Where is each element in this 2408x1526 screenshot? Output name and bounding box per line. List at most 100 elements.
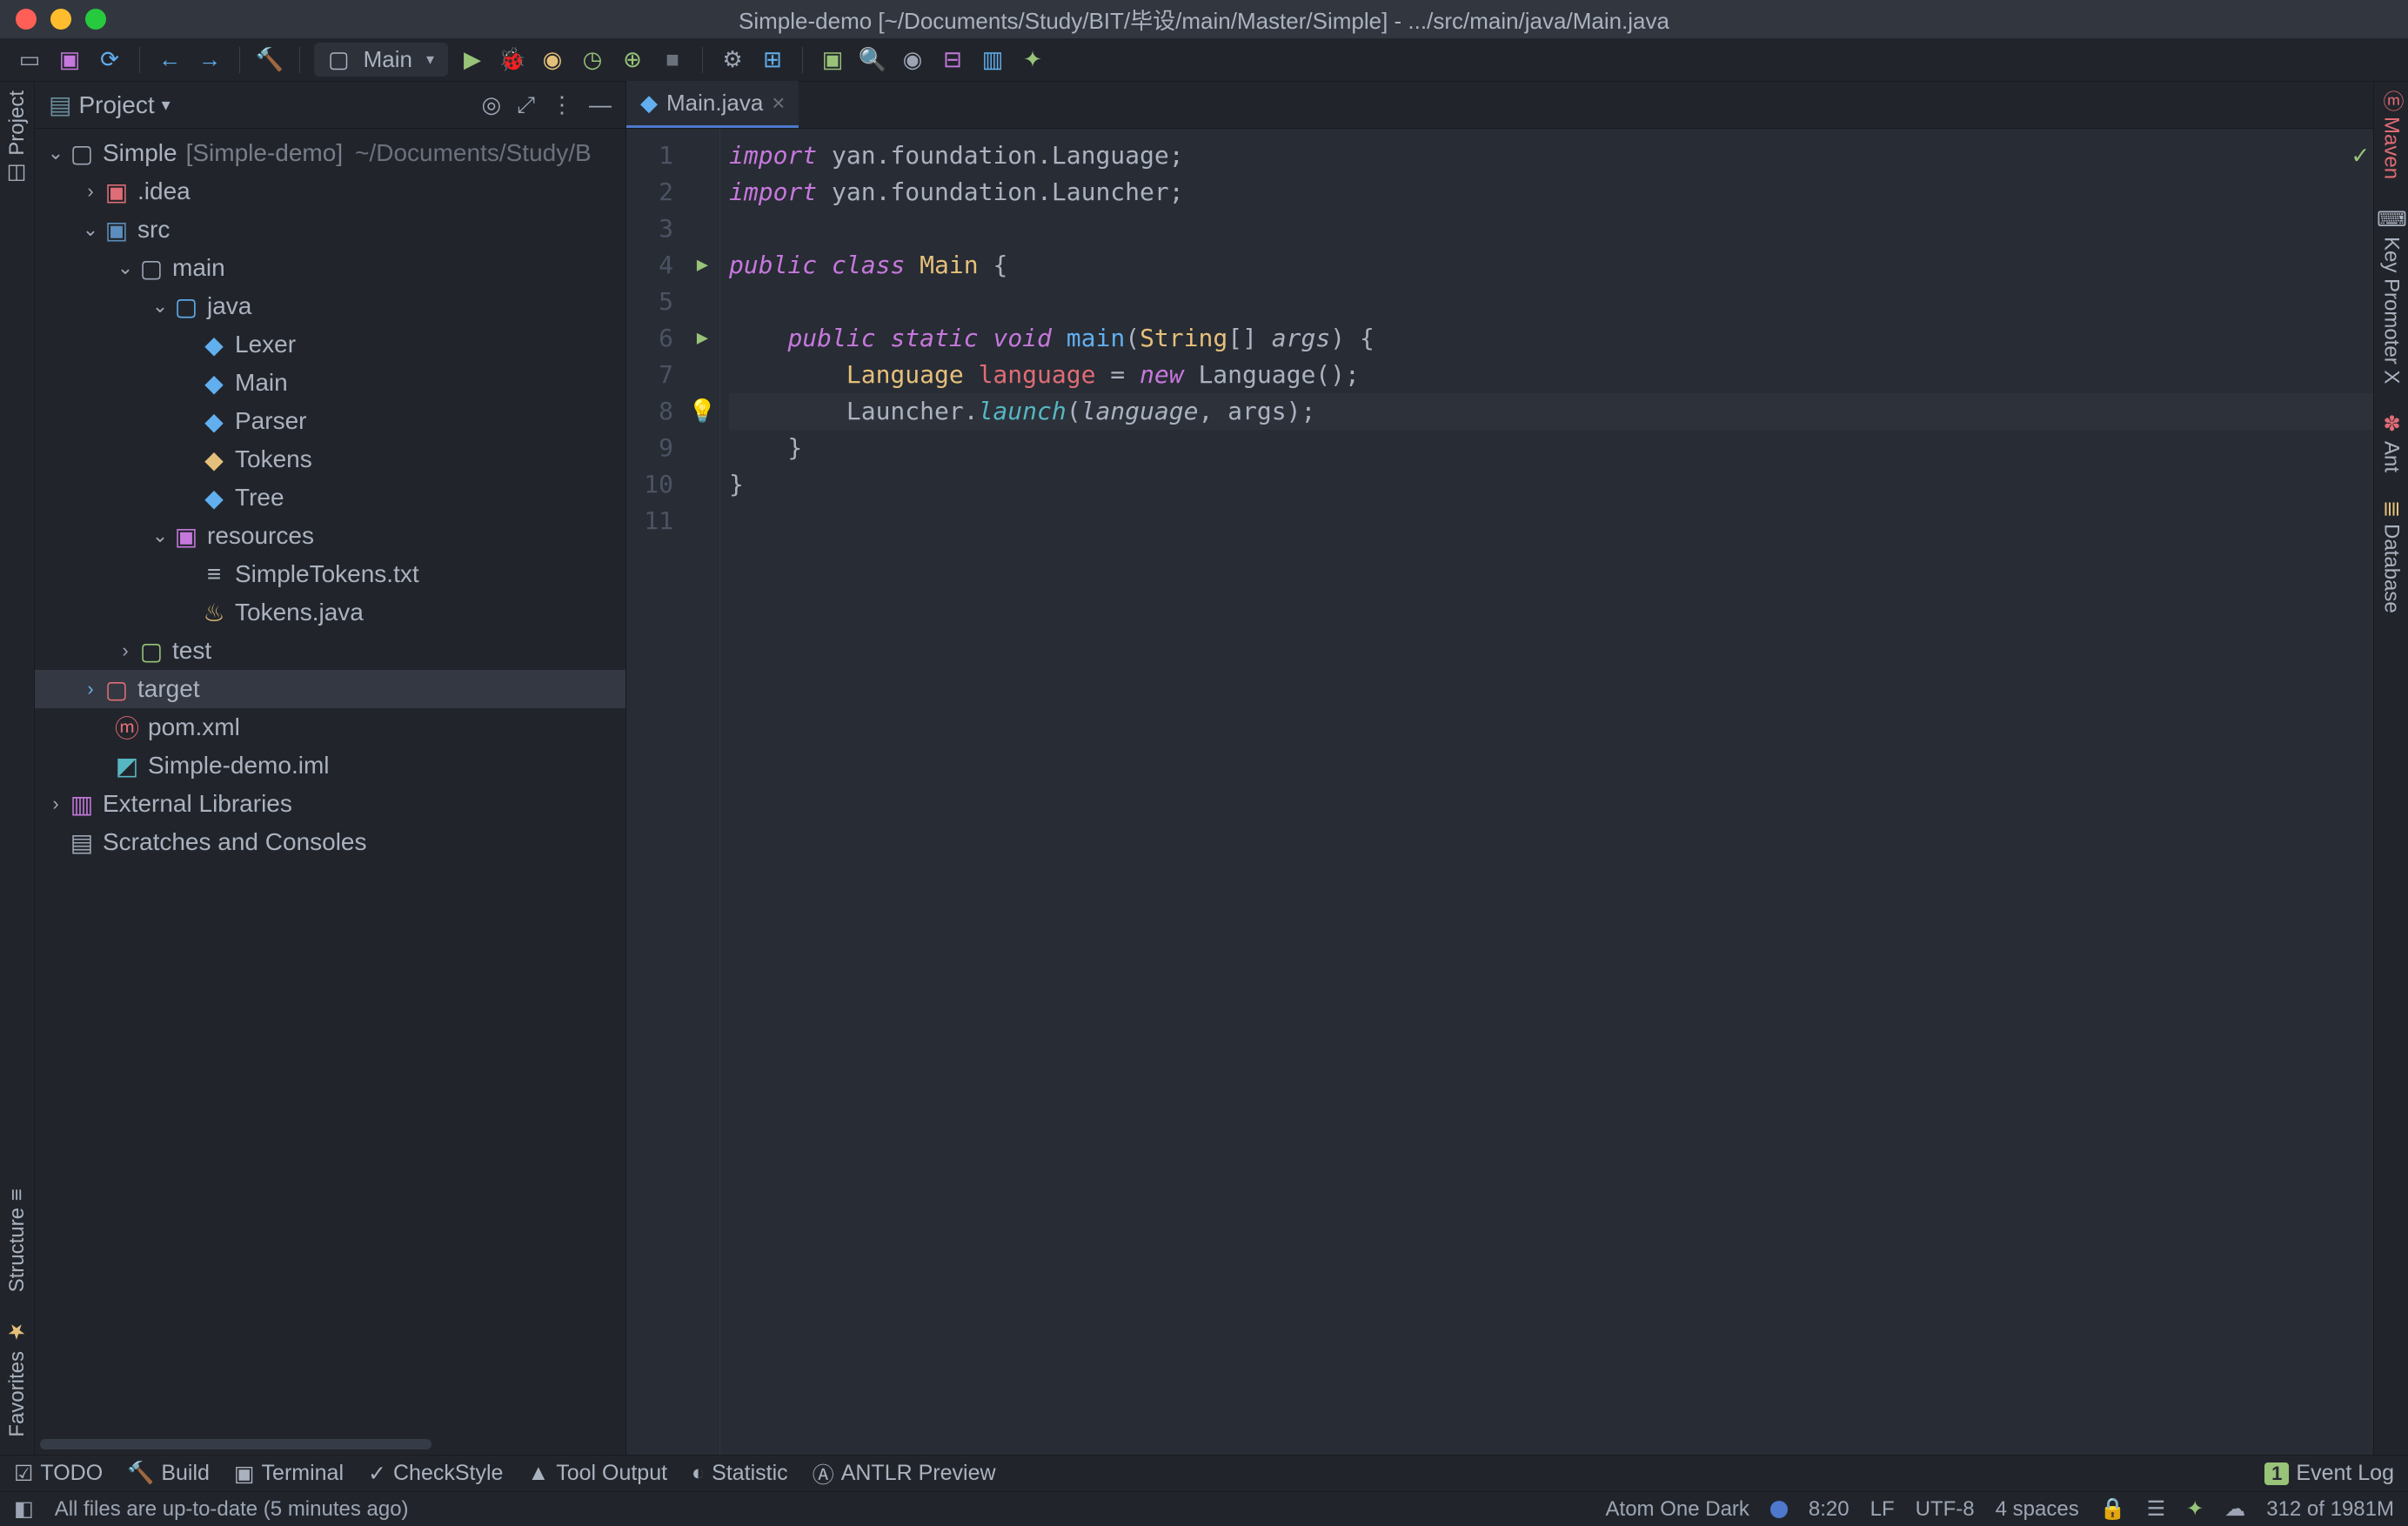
memory-indicator[interactable]: 312 of 1981M [2266, 1497, 2394, 1522]
attach-button[interactable]: ⊕ [617, 44, 648, 76]
tooloutput-tool-button[interactable]: ▲Tool Output [527, 1461, 667, 1486]
database-tool-button[interactable]: ≣ Database [2379, 500, 2404, 612]
close-tab-icon[interactable]: × [772, 90, 785, 117]
build-tool-button[interactable]: 🔨Build [127, 1461, 210, 1486]
maven-tool-button[interactable]: ⓜ Maven [2376, 90, 2406, 179]
terminal-tool-button[interactable]: ▣Terminal [234, 1461, 344, 1487]
lock-icon[interactable]: 🔒 [2100, 1496, 2126, 1522]
back-button[interactable]: ← [154, 44, 185, 76]
sync-button[interactable]: ⟳ [94, 44, 125, 76]
tree-iml[interactable]: ◩Simple-demo.iml [35, 746, 625, 785]
tree-tokensjava[interactable]: ♨Tokens.java [35, 593, 625, 632]
inspection-ok-icon: ✓ [2352, 137, 2368, 174]
run-gutter-icon[interactable]: ▶ [697, 247, 708, 284]
plugins-button[interactable]: ✦ [1017, 44, 1048, 76]
project-tool-button[interactable]: ◫ Project [5, 90, 30, 187]
status-message: All files are up-to-date (5 minutes ago) [55, 1497, 409, 1522]
profile-button[interactable]: ◷ [577, 44, 608, 76]
status-icon-1[interactable]: ☰ [2147, 1496, 2166, 1522]
code-content[interactable]: import yan.foundation.Language; import y… [720, 129, 2373, 1455]
tree-scratches[interactable]: ▤ Scratches and Consoles [35, 823, 625, 861]
stop-button[interactable]: ■ [657, 44, 688, 76]
tree-parser[interactable]: ◆Parser [35, 402, 625, 440]
statistic-tool-button[interactable]: ◐Statistic [692, 1461, 788, 1486]
ant-tool-button[interactable]: ✽ Ant [2379, 412, 2404, 472]
tool3-button[interactable]: ⊟ [937, 44, 968, 76]
horizontal-scrollbar[interactable] [40, 1439, 431, 1449]
debug-button[interactable]: 🐞 [497, 44, 528, 76]
settings-button[interactable]: ⚙ [717, 44, 748, 76]
tool2-button[interactable]: ◉ [897, 44, 928, 76]
tree-lexer[interactable]: ◆Lexer [35, 325, 625, 364]
gutter-marks: ▶ ▶ 💡 [686, 129, 720, 1455]
todo-tool-button[interactable]: ☑TODO [14, 1461, 103, 1487]
collapse-icon[interactable]: ⤢ [517, 91, 535, 119]
grid-icon[interactable]: ⊞ [757, 44, 788, 76]
keypromoter-tool-button[interactable]: ⌨ Key Promoter X [2379, 207, 2404, 384]
tree-test[interactable]: ›▢ test [35, 632, 625, 670]
forward-button[interactable]: → [194, 44, 225, 76]
run-config-label: Main [364, 46, 412, 73]
tree-simpletokens[interactable]: ≡SimpleTokens.txt [35, 555, 625, 593]
run-config-selector[interactable]: ▢ Main ▾ [314, 43, 448, 77]
tree-extlib[interactable]: ›▥ External Libraries [35, 785, 625, 823]
coverage-button[interactable]: ◉ [537, 44, 568, 76]
tree-pom[interactable]: ⓜpom.xml [35, 708, 625, 746]
tree-tokens[interactable]: ◆Tokens [35, 440, 625, 479]
more-icon[interactable]: ⋮ [551, 91, 573, 119]
eventlog-button[interactable]: 1Event Log [2264, 1461, 2394, 1486]
close-window-button[interactable] [16, 9, 37, 30]
plugin-status-icon[interactable]: ✦ [2186, 1496, 2204, 1522]
chevron-down-icon: ▾ [162, 94, 171, 116]
star-icon: ★ [5, 1320, 30, 1344]
tree-root[interactable]: ⌄▢ Simple [Simple-demo] ~/Documents/Stud… [35, 134, 625, 172]
checkstyle-tool-button[interactable]: ✓CheckStyle [368, 1461, 503, 1487]
tool4-button[interactable]: ▥ [977, 44, 1008, 76]
run-gutter-icon[interactable]: ▶ [697, 320, 708, 357]
structure-tool-button[interactable]: Structure ≡ [5, 1188, 30, 1292]
tree-idea[interactable]: ›▣ .idea [35, 172, 625, 211]
line-number-gutter: 1 2 3 4 5 6 7 8 9 10 11 [626, 129, 686, 1455]
minimize-window-button[interactable] [50, 9, 71, 30]
project-folder-icon: ▤ [49, 90, 71, 119]
terminal-icon: ▣ [234, 1461, 255, 1487]
line-separator[interactable]: LF [1870, 1497, 1895, 1522]
java-class-icon: ◆ [640, 90, 658, 117]
target-icon[interactable]: ◎ [482, 91, 502, 119]
right-tool-gutter: ⓜ Maven ⌨ Key Promoter X ✽ Ant ≣ Databas… [2373, 82, 2408, 1455]
status-layers-icon[interactable]: ◧ [14, 1496, 34, 1522]
save-button[interactable]: ▣ [54, 44, 85, 76]
hide-icon[interactable]: — [589, 91, 612, 119]
antlr-icon: Ⓐ [813, 1458, 834, 1489]
status-icon-2[interactable]: ☁ [2224, 1496, 2245, 1522]
theme-dot-icon [1770, 1501, 1788, 1518]
tool1-button[interactable]: ▣ [817, 44, 848, 76]
open-file-button[interactable]: ▭ [14, 44, 45, 76]
cursor-position[interactable]: 8:20 [1809, 1497, 1849, 1522]
device-icon: ▢ [328, 46, 350, 73]
file-encoding[interactable]: UTF-8 [1916, 1497, 1975, 1522]
favorites-tool-button[interactable]: Favorites ★ [5, 1320, 30, 1437]
tree-main-class[interactable]: ◆Main [35, 364, 625, 402]
tree-src[interactable]: ⌄▣ src [35, 211, 625, 249]
run-button[interactable]: ▶ [457, 44, 488, 76]
antlr-tool-button[interactable]: ⒶANTLR Preview [813, 1458, 996, 1489]
theme-label[interactable]: Atom One Dark [1606, 1497, 1749, 1522]
tree-tree[interactable]: ◆Tree [35, 479, 625, 517]
indent-label[interactable]: 4 spaces [1996, 1497, 2079, 1522]
build-button[interactable]: 🔨 [254, 44, 285, 76]
tab-main-java[interactable]: ◆ Main.java × [626, 81, 799, 128]
editor-area: ◆ Main.java × ✓ 1 2 3 4 5 6 7 8 9 10 11 [626, 82, 2373, 1455]
tree-java-folder[interactable]: ⌄▢ java [35, 287, 625, 325]
tree-target[interactable]: ›▢ target [35, 670, 625, 708]
search-button[interactable]: 🔍 [857, 44, 888, 76]
project-panel-title[interactable]: ▤ Project ▾ [49, 90, 171, 119]
tree-main-folder[interactable]: ⌄▢ main [35, 249, 625, 287]
project-tree[interactable]: ⌄▢ Simple [Simple-demo] ~/Documents/Stud… [35, 129, 625, 1455]
intention-bulb-icon[interactable]: 💡 [688, 393, 716, 430]
tree-resources[interactable]: ⌄▣ resources [35, 517, 625, 555]
code-editor[interactable]: ✓ 1 2 3 4 5 6 7 8 9 10 11 ▶ ▶ 💡 [626, 129, 2373, 1455]
checkstyle-icon: ✓ [368, 1461, 386, 1487]
maximize-window-button[interactable] [85, 9, 106, 30]
project-panel-header: ▤ Project ▾ ◎ ⤢ ⋮ — [35, 82, 625, 129]
